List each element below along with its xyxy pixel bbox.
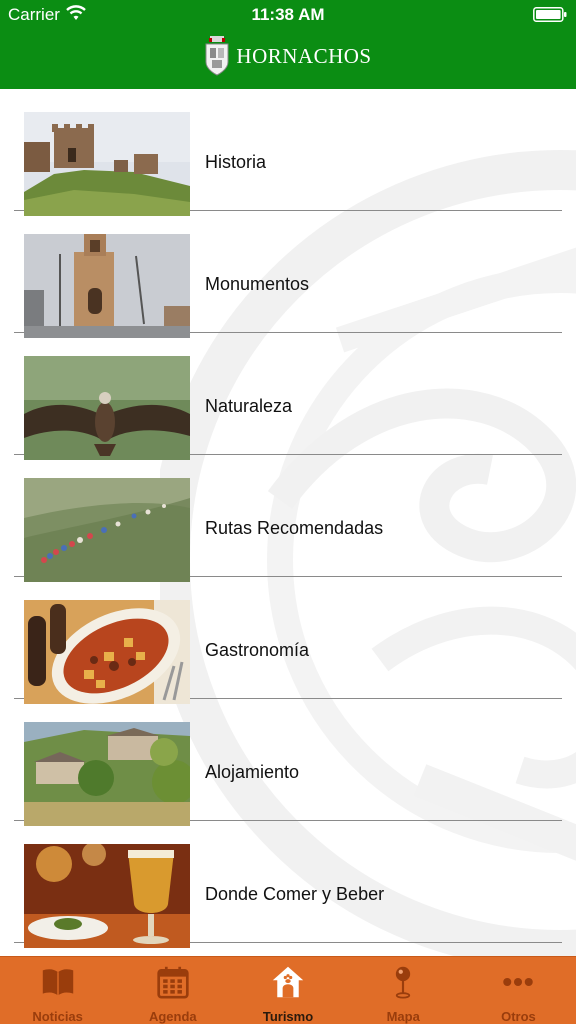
tab-label: Mapa bbox=[386, 1009, 420, 1024]
battery-icon bbox=[533, 7, 567, 22]
app-title: HORNACHOS bbox=[236, 43, 372, 68]
header-brand: HORNACHOS bbox=[0, 34, 576, 78]
hikers-photo bbox=[24, 478, 190, 582]
clock-label: 11:38 AM bbox=[251, 5, 325, 24]
vulture-photo bbox=[24, 356, 190, 460]
list-item-label: Gastronomía bbox=[205, 640, 310, 660]
castle-ruins-photo bbox=[24, 112, 190, 216]
list-item-historia[interactable]: Historia bbox=[14, 89, 562, 216]
home-icon bbox=[272, 966, 304, 998]
list-item-label: Donde Comer y Beber bbox=[205, 884, 385, 904]
tab-agenda[interactable]: Agenda bbox=[115, 957, 230, 1024]
app-header: Carrier 11:38 AM HORNACHOS bbox=[0, 0, 576, 89]
list-item-gastronomia[interactable]: Gastronomía bbox=[14, 577, 562, 704]
tab-label: Otros bbox=[501, 1009, 536, 1024]
list-item-naturaleza[interactable]: Naturaleza bbox=[14, 333, 562, 460]
tab-bar: Noticias Agenda Turismo Mapa Otros bbox=[0, 956, 576, 1024]
rural-houses-photo bbox=[24, 722, 190, 826]
tab-turismo[interactable]: Turismo bbox=[230, 957, 345, 1024]
list-item-label: Alojamiento bbox=[205, 762, 300, 782]
list-item-monumentos[interactable]: Monumentos bbox=[14, 211, 562, 338]
list-item-label: Monumentos bbox=[205, 274, 310, 294]
list-item-label: Rutas Recomendadas bbox=[205, 518, 384, 538]
app-screen: Carrier 11:38 AM HORNACHOS Historia Monu… bbox=[0, 0, 576, 1024]
tab-otros[interactable]: Otros bbox=[461, 957, 576, 1024]
list-item-label: Historia bbox=[205, 152, 267, 172]
tab-noticias[interactable]: Noticias bbox=[0, 957, 115, 1024]
town-crest-icon bbox=[205, 36, 229, 76]
beer-glass-photo bbox=[24, 844, 190, 948]
list-item-rutas-recomendadas[interactable]: Rutas Recomendadas bbox=[14, 455, 562, 582]
tab-mapa[interactable]: Mapa bbox=[346, 957, 461, 1024]
stew-dish-photo bbox=[24, 600, 190, 704]
map-pin-icon bbox=[396, 966, 411, 999]
calendar-icon bbox=[157, 966, 189, 999]
church-tower-photo bbox=[24, 234, 190, 338]
more-dots-icon bbox=[503, 977, 534, 987]
status-bar: Carrier 11:38 AM bbox=[0, 0, 576, 30]
list-item-alojamiento[interactable]: Alojamiento bbox=[14, 699, 562, 826]
tourism-list: Historia Monumentos Naturaleza Rutas Rec… bbox=[0, 89, 576, 956]
tab-label: Agenda bbox=[148, 1009, 197, 1024]
list-item-label: Naturaleza bbox=[205, 396, 293, 416]
book-icon bbox=[42, 969, 73, 996]
tab-label: Noticias bbox=[32, 1009, 83, 1024]
tab-label: Turismo bbox=[262, 1009, 314, 1024]
list-item-donde-comer-y-beber[interactable]: Donde Comer y Beber bbox=[14, 821, 562, 948]
